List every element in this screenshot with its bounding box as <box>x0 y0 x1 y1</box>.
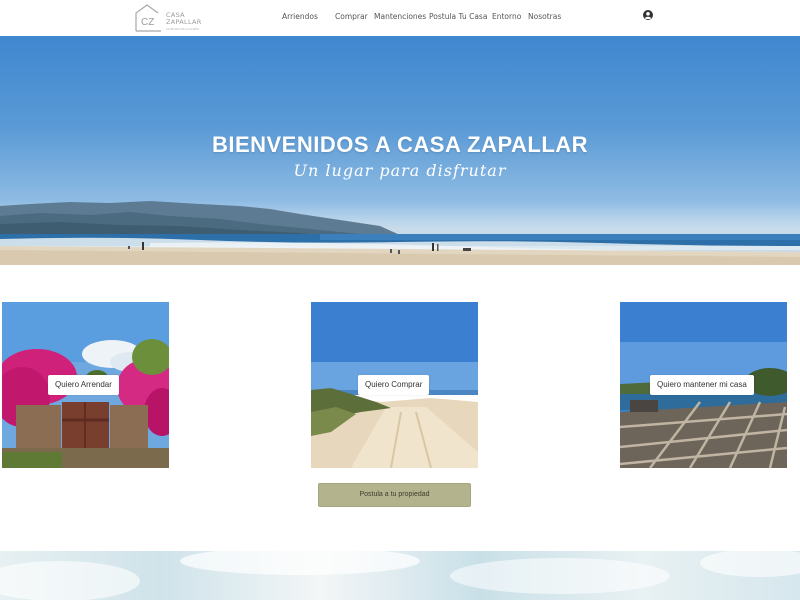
card-arrendar[interactable]: Quiero Arrendar <box>2 302 169 468</box>
user-circle-icon[interactable] <box>643 10 653 20</box>
nav-nosotras[interactable]: Nosotras <box>528 12 561 21</box>
quiero-arrendar-button[interactable]: Quiero Arrendar <box>48 375 119 395</box>
nav-mantenciones[interactable]: Mantenciones <box>374 12 426 21</box>
hero-title: BIENVENIDOS A CASA ZAPALLAR <box>211 132 589 157</box>
bottom-banner-image <box>0 551 800 600</box>
nav-entorno[interactable]: Entorno <box>492 12 521 21</box>
quiero-comprar-button[interactable]: Quiero Comprar <box>358 375 430 395</box>
hero-subtitle: Un lugar para disfrutar <box>293 161 507 180</box>
sky-bottom-image <box>0 551 800 600</box>
logo-tagline: ADMINISTRACIONES <box>166 27 200 31</box>
hero-banner: BIENVENIDOS A CASA ZAPALLAR Un lugar par… <box>0 36 800 265</box>
main-nav: Arriendos Comprar Mantenciones Postula T… <box>0 12 800 24</box>
nav-arriendos[interactable]: Arriendos <box>282 12 318 21</box>
nav-comprar[interactable]: Comprar <box>335 12 368 21</box>
nav-postula[interactable]: Postula Tu Casa <box>429 12 487 21</box>
site-header: CZ CASA ZAPALLAR ADMINISTRACIONES Arrien… <box>0 0 800 36</box>
quiero-mantener-button[interactable]: Quiero mantener mi casa <box>650 375 754 395</box>
card-mantener[interactable]: Quiero mantener mi casa <box>620 302 787 468</box>
postula-propiedad-button[interactable]: Postula a tu propiedad <box>318 483 471 507</box>
card-comprar[interactable]: Quiero Comprar <box>311 302 478 468</box>
